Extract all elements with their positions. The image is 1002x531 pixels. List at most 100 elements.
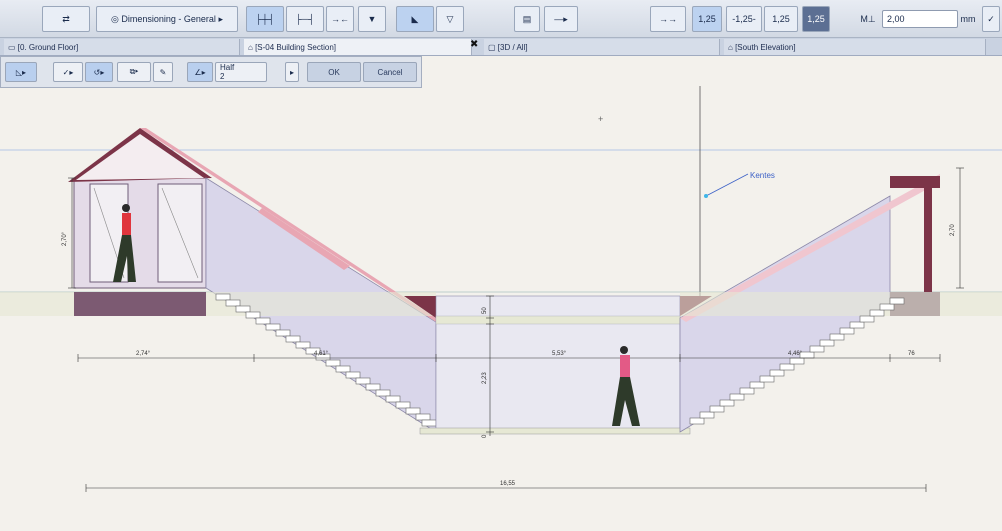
section-icon: ⌂ [248, 42, 256, 52]
arrow-style-button[interactable]: →→ [650, 6, 686, 32]
floorplan-icon: ▭ [8, 42, 18, 52]
marker-button[interactable]: —▸ [544, 6, 578, 32]
dim-center-h1: 50 [482, 307, 488, 314]
dim-detail-button[interactable]: ▤ [514, 6, 540, 32]
dim-center-h2: 2,23 [482, 372, 488, 384]
3d-icon: ▢ [488, 42, 498, 52]
ok-button[interactable]: OK [307, 62, 361, 82]
dim-point-icon: →← [331, 14, 349, 24]
close-tab-icon[interactable]: ✖ [470, 39, 478, 50]
ok-label: OK [328, 67, 340, 77]
dim-right-end: 76 [908, 351, 915, 357]
center-beam [435, 315, 681, 325]
drawing-canvas[interactable]: + Kentes 2,74° 4,61° 5,53° 4,46° 76 16,5… [0, 56, 1002, 531]
dim-text-above-button[interactable]: 1,25 [692, 6, 722, 32]
right-post [924, 188, 932, 292]
main-toolbar: ⇄ ◎ Dimensioning - General ▸ ├┼┤ ├─┤ →← … [0, 0, 1002, 38]
dim-text-custom-button[interactable]: 1,25 [802, 6, 830, 32]
dim-chain-button[interactable]: ├┼┤ [246, 6, 284, 32]
dim-text-below-label: 1,25 [772, 14, 790, 24]
geometry-button[interactable]: ◺▸ [5, 62, 37, 82]
dim-text-inline-button[interactable]: -1,25- [726, 6, 762, 32]
crosshair-icon: + [598, 114, 603, 124]
dim-chain-icon: ├┼┤ [255, 14, 275, 24]
dim-text-below-button[interactable]: 1,25 [764, 6, 798, 32]
dim-right-height: 2,70 [950, 224, 956, 236]
pen-size-icon: M⊥ [854, 6, 882, 32]
level-icon: ▼ [367, 14, 377, 24]
dim-linear-icon: ├─┤ [295, 14, 315, 24]
dim-text-above-label: 1,25 [698, 14, 716, 24]
marker-icon: —▸ [554, 13, 568, 24]
tab-ground-floor[interactable]: ▭ [0. Ground Floor] [4, 39, 240, 55]
curve-icon: ↺▸ [93, 67, 105, 77]
dim-right-ramp: 4,46° [788, 351, 803, 357]
offset-tool-button[interactable]: ⧉▸ [117, 62, 151, 82]
wand-icon: ✎ [159, 67, 167, 77]
offset-icon: ⧉▸ [129, 67, 139, 76]
value-input-text: 2,00 [887, 14, 905, 24]
ruler-icon: M⊥ [860, 13, 876, 24]
check-icon: ✓ [987, 13, 995, 24]
dim-text-inline-label: -1,25- [732, 14, 756, 24]
dimension-tool-button[interactable]: ⇄ [42, 6, 90, 32]
right-canopy [890, 176, 940, 188]
center-floor [419, 427, 691, 435]
left-foundation [74, 292, 206, 316]
half-value: 2 [220, 72, 225, 81]
unit-label: mm [958, 6, 978, 32]
value-input[interactable]: 2,00 [882, 10, 958, 28]
annotation-label: Kentes [750, 171, 775, 180]
section-drawing: + [0, 86, 1002, 492]
dim-left-height: 2,70° [62, 231, 68, 246]
right-floor-slab [680, 292, 1002, 316]
archicad-window: ⇄ ◎ Dimensioning - General ▸ ├┼┤ ├─┤ →← … [0, 0, 1002, 531]
curve-tool-button[interactable]: ↺▸ [85, 62, 113, 82]
dimension-subtoolbar: ◺▸ ✓▸ ↺▸ ⧉▸ ✎ ∠▸ Half 2 ▸ OK Cancel [0, 56, 422, 88]
half-expand-button[interactable]: ▸ [285, 62, 299, 82]
magic-wand-button[interactable]: ✎ [153, 62, 173, 82]
dim-center: 5,53° [552, 351, 567, 357]
check-tool-button[interactable]: ✓▸ [53, 62, 83, 82]
view-preset-dropdown[interactable]: ◎ Dimensioning - General ▸ [96, 6, 238, 32]
chevron-right-icon: ▸ [215, 13, 223, 24]
dim-linear-button[interactable]: ├─┤ [286, 6, 324, 32]
view-tabbar: ▭ [0. Ground Floor] ⌂ [S-04 Building Sec… [0, 38, 1002, 56]
dimension-icon: ⇄ [62, 13, 70, 24]
confirm-check-button[interactable]: ✓ [982, 6, 1000, 32]
half-selector[interactable]: Half 2 [215, 62, 267, 82]
annotation-leader [705, 173, 749, 197]
view-cone-button[interactable]: ▽ [436, 6, 464, 32]
tab-label: [S-04 Building Section] [255, 42, 336, 52]
dim-level-button[interactable]: ▼ [358, 6, 386, 32]
dim-total: 16,55 [500, 481, 516, 487]
tab-south-elevation[interactable]: ⌂ [South Elevation] [724, 39, 986, 55]
elevation-icon: ⌂ [728, 42, 736, 52]
dim-text-custom-label: 1,25 [807, 14, 825, 24]
half-label: Half [220, 63, 235, 72]
dim-left-ramp: 4,61° [314, 351, 329, 357]
cancel-button[interactable]: Cancel [363, 62, 417, 82]
angle-icon: ∠▸ [194, 67, 206, 77]
unit-text: mm [960, 14, 976, 24]
dim-point-button[interactable]: →← [326, 6, 354, 32]
dim-center-h3: 0 [482, 434, 488, 438]
dim-left-width: 2,74° [136, 351, 151, 357]
view-preset-label: Dimensioning - General [121, 14, 216, 24]
tab-label: [South Elevation] [735, 42, 796, 52]
pointer-icon: ◣ [411, 13, 419, 24]
tab-label: [0. Ground Floor] [17, 42, 79, 52]
tab-3d-all[interactable]: ▢ [3D / All] [484, 39, 720, 55]
eye-icon: ◎ [111, 13, 122, 24]
angle-tool-button[interactable]: ∠▸ [187, 62, 213, 82]
annotation-point [704, 194, 708, 198]
cancel-label: Cancel [377, 67, 403, 77]
tab-label: [3D / All] [497, 42, 528, 52]
geometry-method-button[interactable]: ◣ [396, 6, 434, 32]
arrow-icon: →→ [659, 14, 677, 24]
cone-icon: ▽ [446, 13, 454, 24]
triangle-icon: ◺▸ [15, 67, 27, 77]
dim-detail-icon: ▤ [522, 13, 532, 24]
checkmark-icon: ✓▸ [62, 67, 74, 77]
tab-building-section[interactable]: ⌂ [S-04 Building Section] [244, 39, 472, 55]
